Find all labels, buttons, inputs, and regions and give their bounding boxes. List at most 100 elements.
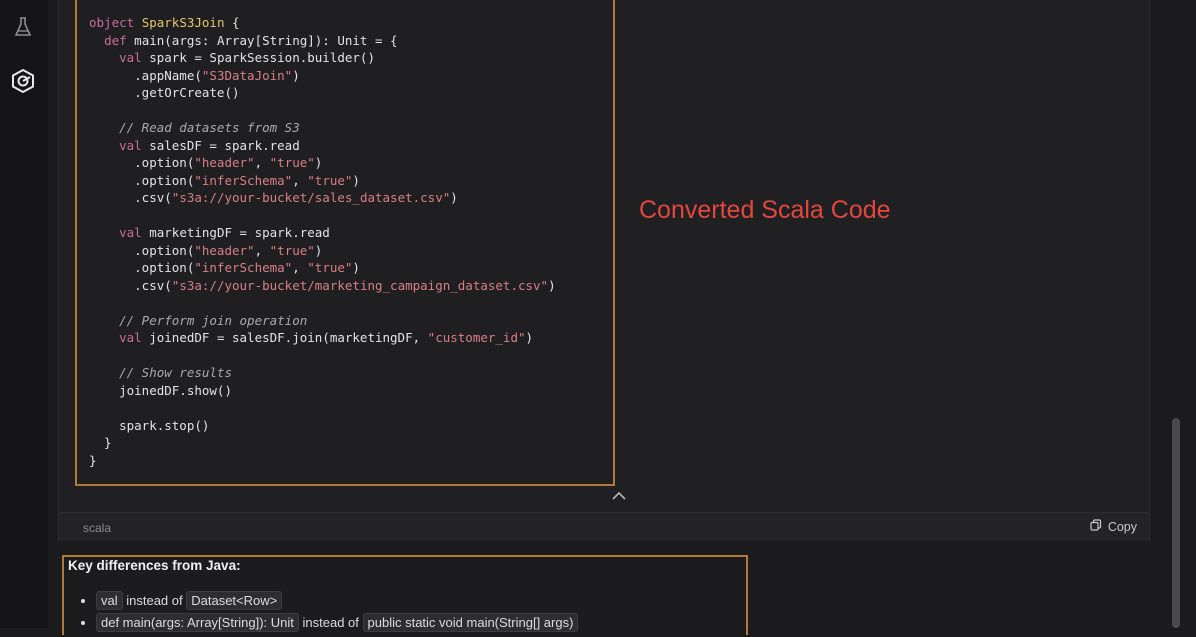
sidebar — [0, 0, 49, 628]
code-line: spark.stop() — [89, 418, 209, 433]
scrollbar-thumb[interactable] — [1172, 418, 1180, 628]
code-token: .csv( — [89, 190, 172, 205]
code-token: SparkS3Join — [141, 15, 225, 30]
code-block-card: object SparkS3Join { def main(args: Arra… — [58, 0, 1150, 541]
code-token: , — [292, 172, 308, 188]
code-line: .option("header", "true") — [89, 243, 322, 258]
code-line: object SparkS3Join { — [89, 15, 240, 30]
list-text: instead of — [122, 593, 187, 608]
code-line: // Read datasets from S3 — [89, 120, 300, 135]
code-token: ) — [450, 190, 458, 205]
code-line: .getOrCreate() — [89, 85, 239, 100]
inline-code: public static void main(String[] args) — [362, 613, 579, 632]
code-token: ) — [314, 155, 323, 170]
code-block-footer: scala Copy — [59, 512, 1149, 541]
code-line: .appName("S3DataJoin") — [89, 68, 300, 83]
code-token: , — [292, 260, 308, 275]
code-token: .appName( — [89, 67, 202, 83]
code-token: def — [104, 32, 127, 48]
code-line: def main(args: Array[String]): Unit = { — [89, 33, 398, 48]
code-line: val spark = SparkSession.builder() — [89, 50, 375, 65]
code-token: .csv( — [89, 277, 172, 293]
differences-list: val instead of Dataset<Row> def main(args… — [78, 591, 579, 637]
language-label: scala — [83, 521, 112, 535]
code-token: // Show results — [89, 365, 232, 380]
inline-code: def main(args: Array[String]): Unit — [96, 613, 299, 632]
code-token: "customer_id" — [427, 330, 526, 345]
hexagon-logo-icon[interactable] — [8, 66, 38, 96]
code-token: ) — [352, 260, 360, 275]
code-token: joinedDF = salesDF.join(marketingDF, — [141, 330, 428, 345]
code-line: // Show results — [89, 365, 232, 380]
code-token: .option( — [89, 155, 195, 170]
list-item: val instead of Dataset<Row> — [96, 591, 578, 610]
code-token: { — [224, 15, 240, 30]
main-content: object SparkS3Join { def main(args: Arra… — [48, 0, 1196, 635]
code-line: val joinedDF = salesDF.join(marketingDF,… — [89, 330, 533, 345]
code-token: "true" — [307, 260, 353, 275]
code-line: // Perform join operation — [89, 313, 307, 328]
code-token: joinedDF.show() — [89, 382, 232, 398]
code-editor[interactable]: object SparkS3Join { def main(args: Arra… — [77, 0, 613, 469]
notes-heading: Key differences from Java: — [68, 558, 241, 573]
code-line: .option("header", "true") — [89, 155, 322, 170]
code-token: val — [119, 225, 142, 240]
code-line: .csv("s3a://your-bucket/sales_dataset.cs… — [89, 190, 458, 205]
code-token: ) — [352, 172, 360, 188]
code-token: .option( — [89, 172, 195, 188]
code-token: "s3a://your-bucket/marketing_campaign_da… — [171, 277, 549, 293]
code-token: } — [89, 435, 112, 450]
copy-label: Copy — [1107, 519, 1137, 534]
code-token: ) — [548, 277, 556, 293]
inline-code: val — [96, 591, 123, 610]
code-line: joinedDF.show() — [89, 383, 232, 398]
code-token: ) — [314, 242, 323, 258]
annotation-title: Converted Scala Code — [639, 196, 891, 224]
code-token: marketingDF = spark.read — [141, 225, 330, 240]
code-token: "true" — [307, 172, 353, 188]
code-token: spark = SparkSession.builder() — [141, 50, 375, 65]
code-token: object — [89, 15, 142, 30]
code-token: , — [254, 155, 270, 170]
code-token: ) — [525, 330, 534, 345]
code-highlight-frame: object SparkS3Join { def main(args: Arra… — [75, 0, 615, 486]
code-token: "true" — [269, 242, 315, 258]
code-token: "s3a://your-bucket/sales_dataset.csv" — [171, 190, 451, 205]
code-line: val marketingDF = spark.read — [89, 225, 330, 240]
code-token: "S3DataJoin" — [201, 67, 293, 83]
copy-button[interactable]: Copy — [1090, 519, 1137, 534]
chevron-up-icon[interactable] — [611, 488, 627, 506]
code-token: val — [119, 330, 142, 345]
code-line: val salesDF = spark.read — [89, 138, 300, 153]
code-line: .csv("s3a://your-bucket/marketing_campai… — [89, 277, 556, 293]
key-differences-frame: Key differences from Java: val instead o… — [62, 555, 748, 635]
code-token: "header" — [194, 242, 255, 258]
code-token: spark.stop() — [89, 417, 210, 433]
code-line: } — [89, 435, 112, 450]
code-token: "inferSchema" — [194, 260, 293, 275]
code-token: .option( — [89, 242, 195, 258]
code-line: .option("inferSchema", "true") — [89, 260, 360, 275]
inline-code: Dataset<Row> — [186, 591, 283, 610]
code-token: val — [119, 137, 142, 153]
code-token: ) — [292, 67, 300, 83]
code-token: "inferSchema" — [194, 172, 293, 188]
code-line: .option("inferSchema", "true") — [89, 173, 360, 188]
code-token: , — [254, 242, 270, 258]
code-line: } — [89, 453, 97, 468]
flask-icon[interactable] — [8, 12, 38, 42]
code-token: .option( — [89, 260, 195, 275]
code-token: salesDF = spark.read — [141, 137, 300, 153]
code-token: val — [119, 50, 142, 65]
code-token: // Perform join operation — [89, 312, 308, 328]
code-token: } — [89, 452, 97, 468]
code-token: "true" — [269, 155, 315, 170]
code-token: main(args: Array[String]): Unit = { — [126, 32, 398, 48]
copy-icon — [1090, 519, 1102, 534]
code-token: // Read datasets from S3 — [89, 120, 300, 135]
